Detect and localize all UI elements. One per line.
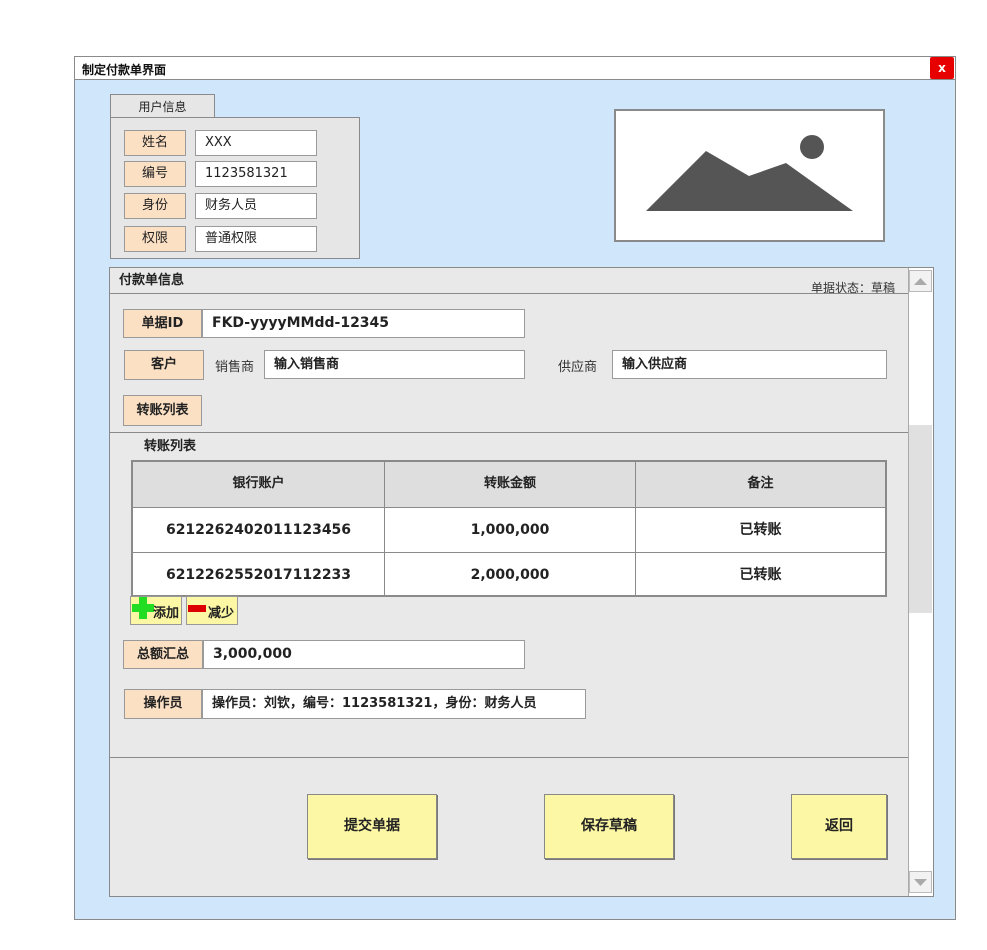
customer-label: 客户	[124, 350, 204, 380]
id-field[interactable]: 1123581321	[195, 161, 317, 187]
doc-id-field[interactable]: FKD-yyyyMMdd-12345	[202, 309, 525, 338]
scroll-up-icon[interactable]	[910, 271, 931, 291]
submit-button[interactable]: 提交单据	[307, 794, 437, 859]
table-cell: 已转账	[636, 553, 885, 595]
window-title: 制定付款单界面	[82, 63, 167, 77]
add-row-button[interactable]: 添加	[130, 596, 182, 625]
table-cell: 已转账	[636, 508, 885, 553]
permission-label: 权限	[124, 226, 186, 252]
transfer-list-button[interactable]: 转账列表	[123, 395, 202, 426]
save-draft-button[interactable]: 保存草稿	[544, 794, 674, 859]
table-cell: 6212262402011123456	[133, 508, 385, 553]
divider	[110, 293, 908, 294]
seller-label: 销售商	[215, 360, 255, 375]
total-label: 总额汇总	[123, 640, 203, 669]
remove-row-button[interactable]: 减少	[186, 596, 238, 625]
footer-divider	[110, 757, 908, 758]
tab-user-info[interactable]: 用户信息	[110, 94, 215, 118]
table-cell: 2,000,000	[385, 553, 636, 595]
supplier-label: 供应商	[558, 360, 598, 375]
table-cell: 6212262552017112233	[133, 553, 385, 595]
id-label: 编号	[124, 161, 186, 187]
table-header-account: 银行账户	[133, 462, 385, 508]
table-header-amount: 转账金额	[385, 462, 636, 508]
image-placeholder-icon	[646, 135, 853, 211]
supplier-input[interactable]: 输入供应商	[612, 350, 887, 379]
back-button[interactable]: 返回	[791, 794, 887, 859]
image-placeholder	[614, 109, 885, 242]
payment-info-title: 付款单信息	[119, 273, 185, 288]
transfer-section-title: 转账列表	[144, 439, 197, 454]
permission-field[interactable]: 普通权限	[195, 226, 317, 252]
scroll-up-button[interactable]	[909, 270, 932, 292]
scroll-down-button[interactable]	[909, 871, 932, 893]
close-button[interactable]: x	[930, 57, 954, 79]
scroll-down-icon[interactable]	[910, 872, 931, 892]
close-icon[interactable]: x	[938, 61, 946, 75]
add-label: 添加	[153, 606, 180, 621]
seller-input[interactable]: 输入销售商	[264, 350, 525, 379]
name-label: 姓名	[124, 130, 186, 156]
operator-field[interactable]: 操作员：刘钦，编号：1123581321，身份：财务人员	[202, 689, 586, 719]
scroll-thumb[interactable]	[909, 425, 932, 613]
plus-icon	[132, 597, 154, 619]
role-label: 身份	[124, 193, 186, 219]
table-header-remark: 备注	[636, 462, 885, 508]
table-cell: 1,000,000	[385, 508, 636, 553]
section-divider	[110, 432, 908, 433]
transfer-table: 银行账户 转账金额 备注 6212262402011123456 1,000,0…	[131, 460, 887, 597]
role-field[interactable]: 财务人员	[195, 193, 317, 219]
operator-label: 操作员	[124, 689, 202, 719]
title-bar	[75, 57, 955, 80]
total-field[interactable]: 3,000,000	[203, 640, 525, 669]
remove-label: 减少	[208, 606, 235, 621]
minus-icon	[188, 605, 206, 612]
doc-id-label: 单据ID	[123, 309, 202, 338]
name-field[interactable]: XXX	[195, 130, 317, 156]
